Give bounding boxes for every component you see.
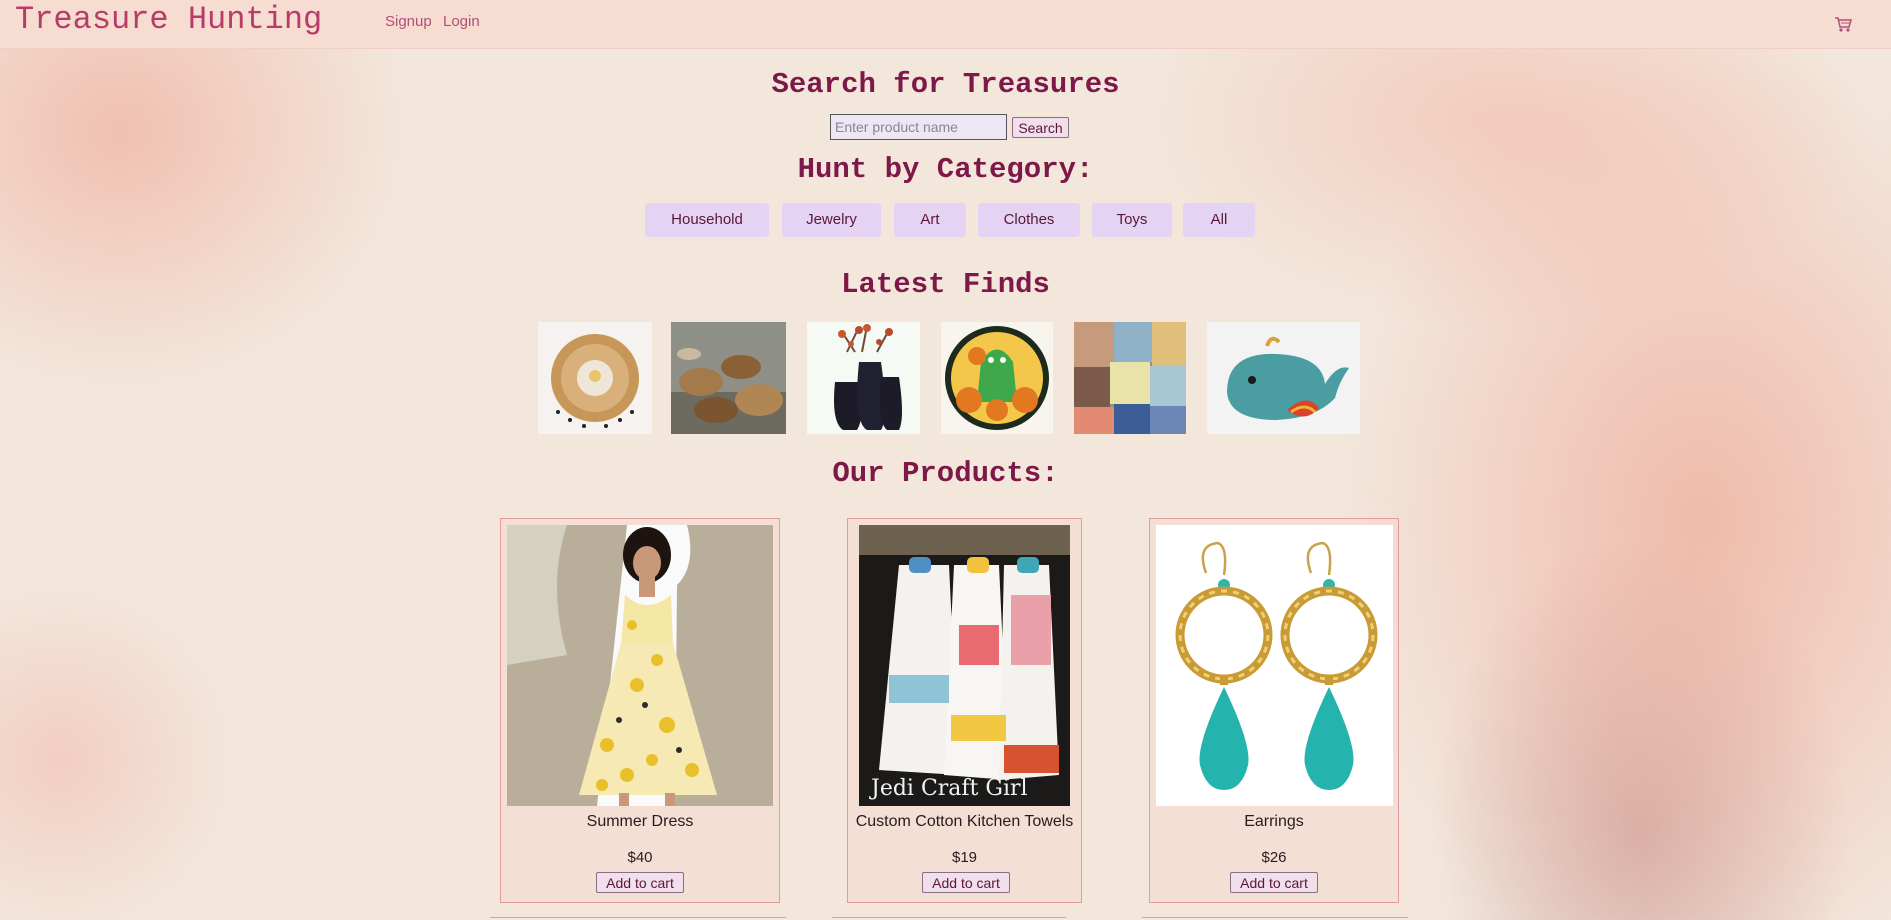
category-household-button[interactable]: Household <box>645 203 769 237</box>
category-all-button[interactable]: All <box>1183 203 1255 237</box>
latest-find-woven-baskets-image[interactable] <box>671 322 786 434</box>
product-name: Summer Dress <box>586 813 694 830</box>
product-name: Earrings <box>1244 813 1304 830</box>
site-brand[interactable]: Treasure Hunting <box>15 1 322 38</box>
towel-image-watermark: Jedi Craft Girl <box>869 776 1028 801</box>
latest-find-halloween-cookie-image[interactable] <box>941 322 1053 434</box>
add-to-cart-button[interactable]: Add to cart <box>922 872 1010 893</box>
latest-find-black-vases-image[interactable] <box>807 322 920 434</box>
category-clothes-button[interactable]: Clothes <box>978 203 1080 237</box>
add-to-cart-button[interactable]: Add to cart <box>1230 872 1318 893</box>
products-heading: Our Products: <box>832 457 1059 490</box>
product-image-kitchen-towels[interactable]: Jedi Craft Girl <box>859 525 1070 806</box>
product-price: $19 <box>951 849 978 866</box>
category-toys-button[interactable]: Toys <box>1092 203 1172 237</box>
latest-find-grass-wall-hanging-image[interactable] <box>538 322 652 434</box>
product-price: $26 <box>1261 849 1287 866</box>
latest-find-handmade-soaps-image[interactable] <box>1074 322 1186 434</box>
latest-finds-heading: Latest Finds <box>841 268 1050 301</box>
category-jewelry-button[interactable]: Jewelry <box>782 203 881 237</box>
cart-icon[interactable] <box>1834 16 1852 33</box>
category-art-button[interactable]: Art <box>894 203 966 237</box>
product-price: $40 <box>627 849 653 866</box>
navbar: Treasure Hunting Signup Login <box>0 0 1891 49</box>
search-button[interactable]: Search <box>1012 117 1069 138</box>
product-image-earrings[interactable] <box>1156 525 1393 806</box>
product-card: Jedi Craft Girl Custom Cotton Kitchen To… <box>847 518 1082 903</box>
search-heading: Search for Treasures <box>771 68 1120 101</box>
search-input[interactable] <box>830 114 1007 140</box>
add-to-cart-button[interactable]: Add to cart <box>596 872 684 893</box>
login-link[interactable]: Login <box>443 13 480 30</box>
product-image-summer-dress[interactable] <box>507 525 773 806</box>
category-heading: Hunt by Category: <box>797 153 1094 186</box>
signup-link[interactable]: Signup <box>385 13 432 30</box>
product-name: Custom Cotton Kitchen Towels <box>855 813 1074 830</box>
latest-find-fabric-whale-image[interactable] <box>1207 322 1360 434</box>
product-card: Earrings $26 Add to cart <box>1149 518 1399 903</box>
product-card: Summer Dress $40 Add to cart <box>500 518 780 903</box>
